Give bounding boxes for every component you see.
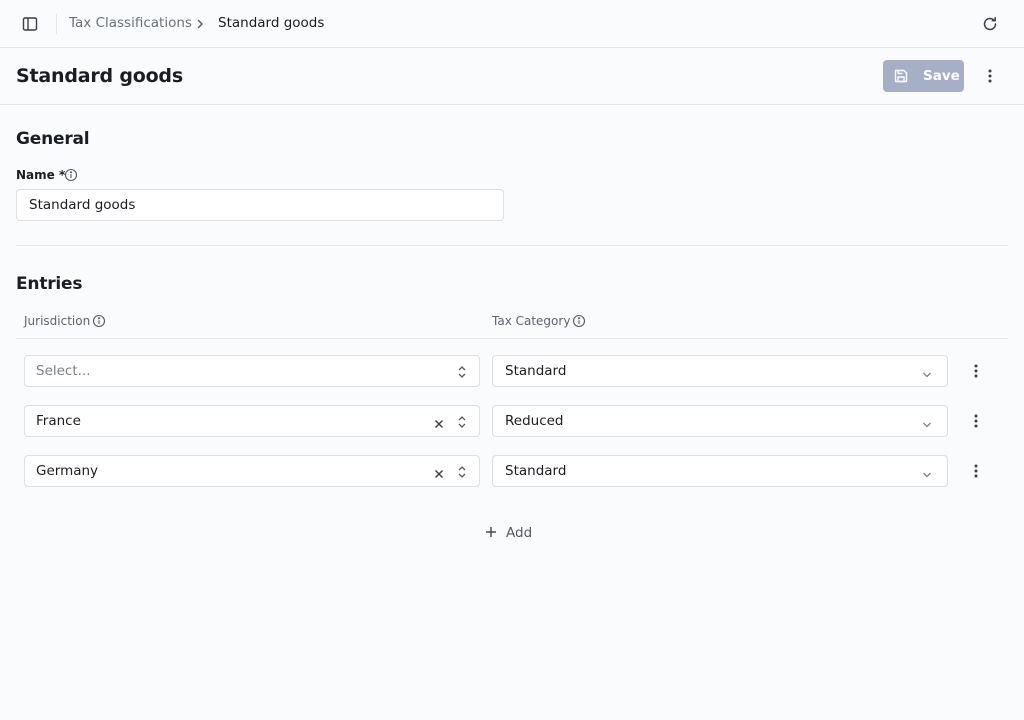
refresh-icon[interactable] xyxy=(976,10,1004,38)
tax-category-select[interactable]: Standard xyxy=(492,455,948,487)
plus-icon xyxy=(484,524,498,543)
more-vertical-icon[interactable] xyxy=(962,407,990,435)
column-label-tax-category: Tax Category xyxy=(492,314,571,328)
save-button-label: Save xyxy=(923,68,960,84)
column-header-tax-category: Tax Category xyxy=(492,314,586,328)
info-icon[interactable] xyxy=(92,314,106,328)
more-vertical-icon[interactable] xyxy=(962,457,990,485)
chevron-up-down-icon xyxy=(457,464,467,484)
jurisdiction-select[interactable]: France xyxy=(24,405,480,437)
topbar-divider xyxy=(56,14,57,34)
more-vertical-icon[interactable] xyxy=(962,357,990,385)
close-icon[interactable] xyxy=(433,415,445,434)
jurisdiction-value: Germany xyxy=(36,463,99,479)
tax-category-value: Standard xyxy=(505,463,567,479)
entry-row: Select... Standard xyxy=(0,355,1024,387)
entry-row: France Reduced xyxy=(0,405,1024,437)
breadcrumb-tax-classifications[interactable]: Tax Classifications xyxy=(69,15,192,31)
entry-row: Germany Standard xyxy=(0,455,1024,487)
jurisdiction-select[interactable]: Select... xyxy=(24,355,480,387)
save-disk-icon xyxy=(893,68,909,88)
tax-category-select[interactable]: Reduced xyxy=(492,405,948,437)
tax-category-value: Standard xyxy=(505,363,567,379)
tax-category-value: Reduced xyxy=(505,413,564,429)
jurisdiction-value: France xyxy=(36,413,81,429)
tax-category-select[interactable]: Standard xyxy=(492,355,948,387)
chevron-up-down-icon xyxy=(457,414,467,434)
add-entry-label: Add xyxy=(506,525,533,541)
page-title: Standard goods xyxy=(16,65,183,87)
table-header-divider xyxy=(16,338,1008,339)
name-input[interactable] xyxy=(16,189,504,221)
breadcrumb-current: Standard goods xyxy=(218,15,325,31)
chevron-down-icon xyxy=(921,366,933,385)
section-title-entries: Entries xyxy=(16,274,83,294)
page-header: Standard goods Save xyxy=(0,48,1024,105)
chevron-right-icon xyxy=(194,16,206,35)
chevron-down-icon xyxy=(921,416,933,435)
close-icon[interactable] xyxy=(433,465,445,484)
add-entry-button[interactable]: Add xyxy=(484,521,544,545)
chevron-down-icon xyxy=(921,466,933,485)
column-header-jurisdiction: Jurisdiction xyxy=(24,314,106,328)
more-vertical-icon[interactable] xyxy=(976,62,1004,90)
top-bar: Tax Classifications Standard goods xyxy=(0,0,1024,48)
column-label-jurisdiction: Jurisdiction xyxy=(24,314,91,328)
jurisdiction-select[interactable]: Germany xyxy=(24,455,480,487)
info-icon[interactable] xyxy=(572,314,586,328)
info-icon[interactable] xyxy=(64,168,78,182)
save-button[interactable]: Save xyxy=(883,60,964,92)
sidebar-toggle-icon[interactable] xyxy=(16,10,44,38)
name-field-label: Name * xyxy=(16,168,66,182)
chevron-up-down-icon xyxy=(457,364,467,384)
section-divider xyxy=(16,245,1008,246)
jurisdiction-select-placeholder: Select... xyxy=(36,363,91,379)
section-title-general: General xyxy=(16,129,90,149)
